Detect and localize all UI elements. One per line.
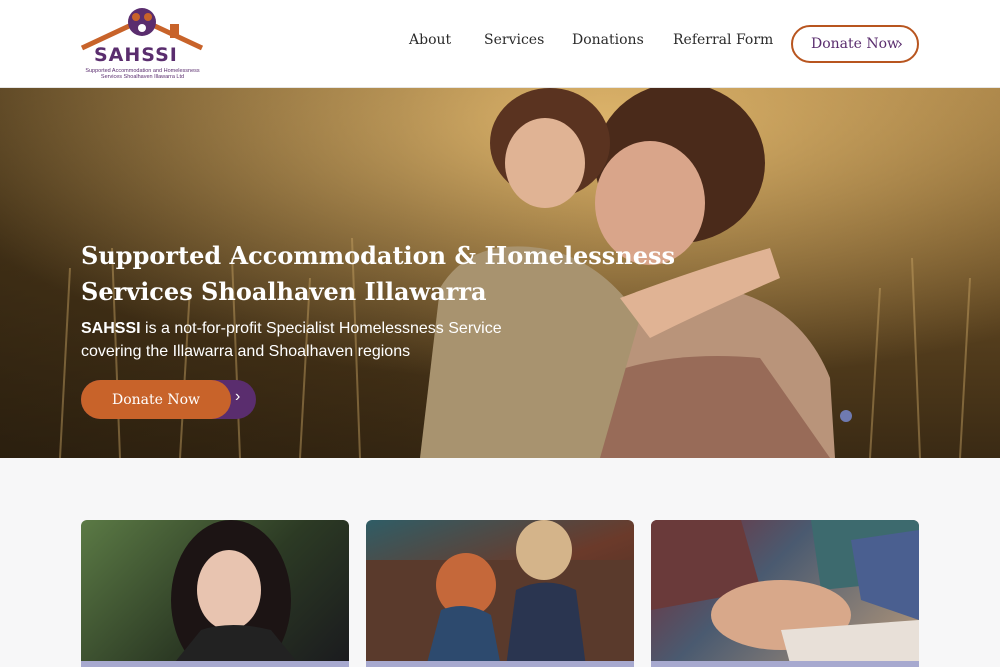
header-donate-label: Donate Now <box>811 36 900 52</box>
nav-about[interactable]: About <box>409 32 451 54</box>
nav-donations-link[interactable]: Donations <box>572 32 644 48</box>
hero-donate-button[interactable]: Donate Now › <box>81 380 256 419</box>
hero-title: Supported Accommodation & Homelessness S… <box>81 238 681 310</box>
woman-thinking-photo <box>171 520 301 667</box>
two-people-comforting-photo <box>366 520 634 667</box>
hero-desc-bold: SAHSSI <box>81 320 141 337</box>
slider-dot[interactable] <box>840 410 852 422</box>
hero-title-line-2: Services Shoalhaven Illawarra <box>81 277 487 306</box>
chevron-right-icon: › <box>235 388 241 405</box>
card-woman-thinking[interactable] <box>81 520 349 667</box>
hero-description: SAHSSI is a not-for-profit Specialist Ho… <box>81 317 521 363</box>
header-donate-button[interactable]: Donate Now › <box>791 25 919 63</box>
hero-title-line-1: Supported Accommodation & Homelessness <box>81 241 676 270</box>
nav-donations[interactable]: Donations <box>572 32 644 54</box>
card-accent-bar <box>651 661 919 667</box>
nav-referral-form-link[interactable]: Referral Form <box>673 32 773 48</box>
hero-donate-label: Donate Now <box>81 380 231 419</box>
card-accent-bar <box>366 661 634 667</box>
chevron-right-icon: › <box>896 34 903 53</box>
nav-services[interactable]: Services <box>484 32 544 54</box>
sahssi-logo[interactable]: SAHSSI Supported Accommodation and Homel… <box>80 6 205 84</box>
nav-about-link[interactable]: About <box>409 32 451 48</box>
nav-referral-form[interactable]: Referral Form <box>673 32 773 54</box>
nav-services-link[interactable]: Services <box>484 32 544 48</box>
card-two-people-comforting[interactable] <box>366 520 634 667</box>
card-stacked-hands[interactable] <box>651 520 919 667</box>
card-accent-bar <box>81 661 349 667</box>
stacked-hands-photo <box>651 520 919 667</box>
hero-banner: Supported Accommodation & Homelessness S… <box>0 88 1000 458</box>
hero-desc-text: is a not-for-profit Specialist Homelessn… <box>81 320 502 360</box>
logo-subtitle: Supported Accommodation and Homelessness… <box>85 68 200 80</box>
site-header: SAHSSI Supported Accommodation and Homel… <box>0 0 1000 88</box>
logo-name: SAHSSI <box>94 44 178 66</box>
